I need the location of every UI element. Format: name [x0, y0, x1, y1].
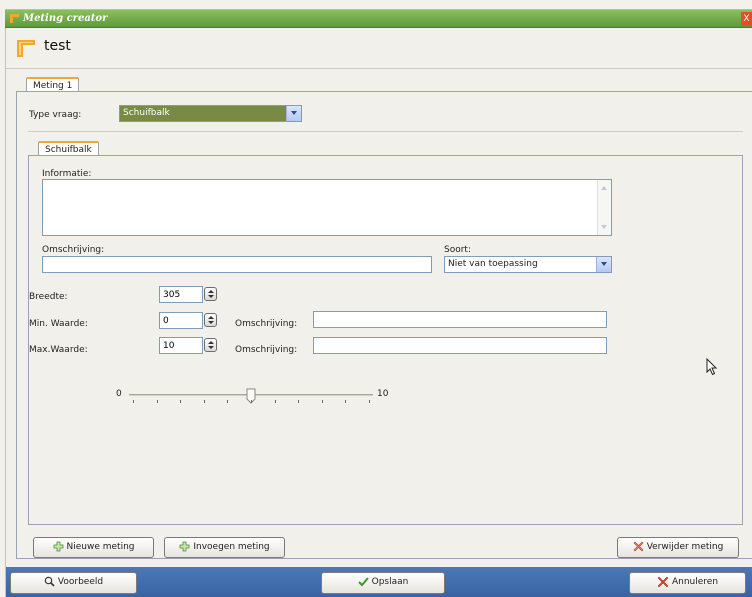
- button-label: Annuleren: [671, 577, 719, 587]
- checkmark-icon: [357, 577, 369, 587]
- min-omschrijving-label: Omschrijving:: [235, 319, 298, 329]
- breedte-spinner-icon[interactable]: [204, 287, 217, 301]
- slider-tick: [251, 400, 252, 403]
- slider-tick: [157, 400, 158, 403]
- min-omschrijving-input[interactable]: [313, 311, 607, 328]
- button-label: Opslaan: [371, 577, 409, 587]
- panel-divider: [28, 131, 743, 132]
- plus-icon: [179, 541, 190, 552]
- scroll-down-icon[interactable]: [601, 225, 607, 229]
- main-window: test Meting 1 Type vraag: Schuifbalk Sch…: [5, 28, 752, 597]
- soort-label: Soort:: [444, 245, 471, 255]
- max-waarde-spinner-icon[interactable]: [204, 338, 217, 352]
- slider-tick: [204, 400, 205, 403]
- header-logo-icon: [17, 40, 35, 57]
- verwijder-meting-button[interactable]: Verwijder meting: [617, 537, 739, 558]
- bottom-toolbar: Voorbeeld Opslaan Annuleren: [6, 567, 752, 597]
- scrollbar[interactable]: [597, 180, 611, 235]
- annuleren-button[interactable]: Annuleren: [629, 572, 746, 594]
- slider-max-label: 10: [377, 389, 389, 399]
- informatie-label: Informatie:: [42, 169, 92, 179]
- cancel-x-icon: [657, 576, 669, 587]
- invoegen-meting-button[interactable]: Invoegen meting: [164, 537, 285, 558]
- button-label: Nieuwe meting: [66, 542, 135, 552]
- mouse-pointer-icon: [706, 358, 718, 376]
- slider[interactable]: [129, 388, 373, 410]
- max-omschrijving-input[interactable]: [313, 337, 607, 354]
- chevron-down-icon[interactable]: [286, 106, 301, 121]
- chevron-down-icon[interactable]: [596, 257, 611, 272]
- slider-min-label: 0: [116, 389, 122, 399]
- type-vraag-select[interactable]: Schuifbalk: [119, 105, 302, 122]
- slider-tick: [275, 400, 276, 403]
- slider-tick: [298, 400, 299, 403]
- button-label: Voorbeeld: [57, 577, 104, 587]
- app-icon: [10, 14, 19, 23]
- type-vraag-value: Schuifbalk: [123, 108, 170, 118]
- min-waarde-label: Min. Waarde:: [29, 319, 88, 329]
- soort-select[interactable]: Niet van toepassing: [444, 256, 612, 273]
- max-waarde-input[interactable]: [159, 337, 203, 354]
- opslaan-button[interactable]: Opslaan: [321, 572, 445, 594]
- tab-label: Meting 1: [33, 81, 73, 91]
- nieuwe-meting-button[interactable]: Nieuwe meting: [33, 537, 154, 558]
- button-label: Verwijder meting: [646, 542, 724, 552]
- magnifier-icon: [44, 576, 55, 587]
- header-divider: [6, 68, 752, 69]
- scroll-up-icon[interactable]: [601, 186, 607, 190]
- informatie-textarea[interactable]: [42, 179, 612, 236]
- slider-tick: [345, 400, 346, 403]
- button-label: Invoegen meting: [193, 542, 270, 552]
- slider-tick: [227, 400, 228, 403]
- min-waarde-input[interactable]: [159, 312, 203, 329]
- slider-tick: [369, 400, 370, 403]
- window-title: Meting creator: [23, 13, 108, 24]
- delete-icon: [633, 541, 644, 552]
- max-waarde-label: Max.Waarde:: [29, 345, 88, 355]
- omschrijving-label: Omschrijving:: [42, 245, 105, 255]
- tab-label: Schuifbalk: [45, 145, 92, 155]
- breedte-input[interactable]: [159, 286, 203, 303]
- slider-tick: [322, 400, 323, 403]
- type-vraag-label: Type vraag:: [29, 110, 82, 120]
- page-title: test: [44, 38, 71, 54]
- slider-tick: [180, 400, 181, 403]
- soort-value: Niet van toepassing: [448, 259, 538, 269]
- slider-tick: [133, 400, 134, 403]
- plus-icon: [53, 541, 63, 552]
- breedte-label: Breedte:: [29, 292, 68, 302]
- max-omschrijving-label: Omschrijving:: [235, 345, 298, 355]
- title-bar: Meting creator X: [5, 9, 752, 28]
- min-waarde-spinner-icon[interactable]: [204, 313, 217, 327]
- close-window-button[interactable]: X: [741, 12, 752, 26]
- voorbeeld-button[interactable]: Voorbeeld: [10, 572, 137, 594]
- omschrijving-input[interactable]: [42, 256, 432, 273]
